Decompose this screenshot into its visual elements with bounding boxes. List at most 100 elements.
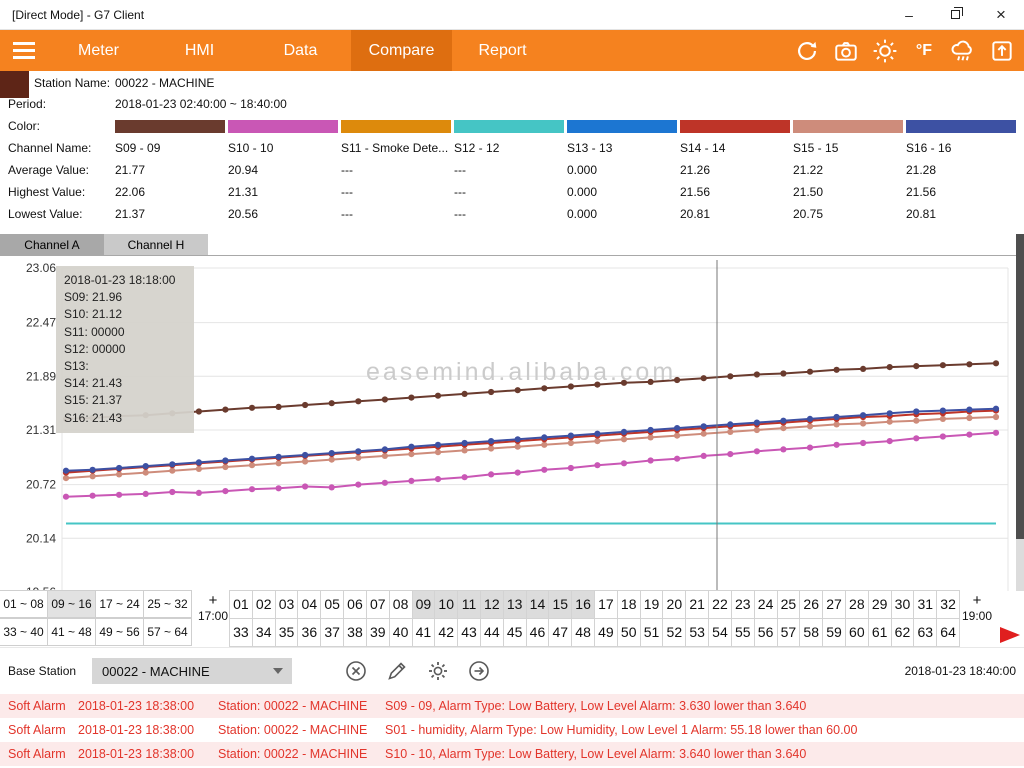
page-number[interactable]: 46 [526,618,550,647]
page-number[interactable]: 12 [480,590,504,619]
page-number[interactable]: 01 [229,590,253,619]
nav-tab-data[interactable]: Data [250,30,351,71]
page-number[interactable]: 62 [891,618,915,647]
cancel-circle-icon[interactable] [344,659,368,683]
nav-tab-meter[interactable]: Meter [48,30,149,71]
page-number[interactable]: 06 [343,590,367,619]
page-range-button[interactable]: 17 ~ 24 [95,590,144,618]
apply-arrow-icon[interactable] [467,659,491,683]
page-number[interactable]: 08 [389,590,413,619]
page-number[interactable]: 40 [389,618,413,647]
page-number[interactable]: 51 [640,618,664,647]
page-number[interactable]: 18 [617,590,641,619]
maximize-button[interactable] [932,0,978,30]
page-number[interactable]: 42 [434,618,458,647]
page-number[interactable]: 39 [366,618,390,647]
alarm-row[interactable]: Soft Alarm2018-01-23 18:38:00Station: 00… [0,718,1024,742]
zoom-in-right-button[interactable]: + [973,593,982,609]
page-number[interactable]: 50 [617,618,641,647]
nav-tab-compare[interactable]: Compare [351,30,452,71]
page-number[interactable]: 49 [594,618,618,647]
export-icon[interactable] [986,35,1018,67]
tab-channel-a[interactable]: Channel A [0,234,104,255]
page-number[interactable]: 02 [252,590,276,619]
page-number[interactable]: 47 [548,618,572,647]
page-number[interactable]: 20 [662,590,686,619]
page-number[interactable]: 14 [526,590,550,619]
page-number[interactable]: 04 [297,590,321,619]
page-number[interactable]: 16 [571,590,595,619]
page-number[interactable]: 58 [799,618,823,647]
page-number[interactable]: 63 [913,618,937,647]
next-page-arrow-icon[interactable] [998,625,1022,645]
page-number[interactable]: 31 [913,590,937,619]
scrollbar-thumb[interactable] [1016,234,1024,539]
page-number[interactable]: 28 [845,590,869,619]
page-number[interactable]: 09 [412,590,436,619]
rain-icon[interactable] [947,35,979,67]
page-number[interactable]: 25 [777,590,801,619]
page-number[interactable]: 38 [343,618,367,647]
page-number[interactable]: 21 [685,590,709,619]
page-number[interactable]: 57 [777,618,801,647]
page-number[interactable]: 37 [320,618,344,647]
page-number[interactable]: 53 [685,618,709,647]
page-number[interactable]: 56 [754,618,778,647]
page-number[interactable]: 54 [708,618,732,647]
nav-tab-report[interactable]: Report [452,30,553,71]
page-range-button[interactable]: 33 ~ 40 [0,618,48,646]
page-number[interactable]: 60 [845,618,869,647]
page-number[interactable]: 17 [594,590,618,619]
page-number[interactable]: 41 [412,618,436,647]
page-number[interactable]: 55 [731,618,755,647]
page-number[interactable]: 33 [229,618,253,647]
base-station-select[interactable]: 00022 - MACHINE [92,658,292,684]
page-number[interactable]: 44 [480,618,504,647]
brightness-icon[interactable] [869,35,901,67]
page-number[interactable]: 23 [731,590,755,619]
page-number[interactable]: 22 [708,590,732,619]
page-number[interactable]: 48 [571,618,595,647]
page-number[interactable]: 43 [457,618,481,647]
page-number[interactable]: 10 [434,590,458,619]
gear-icon[interactable] [426,659,450,683]
camera-icon[interactable] [830,35,862,67]
page-number[interactable]: 03 [275,590,299,619]
page-number[interactable]: 64 [936,618,960,647]
page-range-button[interactable]: 01 ~ 08 [0,590,48,618]
page-number[interactable]: 29 [868,590,892,619]
page-range-button[interactable]: 09 ~ 16 [47,590,96,618]
page-number[interactable]: 30 [891,590,915,619]
page-range-button[interactable]: 41 ~ 48 [47,618,96,646]
page-number[interactable]: 24 [754,590,778,619]
page-number[interactable]: 11 [457,590,481,619]
sync-icon[interactable] [791,35,823,67]
page-number[interactable]: 13 [503,590,527,619]
page-number[interactable]: 27 [822,590,846,619]
page-range-button[interactable]: 49 ~ 56 [95,618,144,646]
alarm-row[interactable]: Soft Alarm2018-01-23 18:38:00Station: 00… [0,742,1024,766]
hamburger-menu-icon[interactable] [0,30,48,71]
page-number[interactable]: 05 [320,590,344,619]
minimize-button[interactable]: – [886,0,932,30]
page-range-button[interactable]: 25 ~ 32 [143,590,192,618]
tab-channel-h[interactable]: Channel H [104,234,208,255]
collapse-panel-button[interactable] [0,71,29,98]
page-number[interactable]: 34 [252,618,276,647]
page-number[interactable]: 26 [799,590,823,619]
page-number[interactable]: 45 [503,618,527,647]
close-button[interactable]: × [978,0,1024,30]
zoom-in-left-button[interactable]: + [209,593,218,609]
page-number[interactable]: 19 [640,590,664,619]
page-number[interactable]: 61 [868,618,892,647]
page-number[interactable]: 32 [936,590,960,619]
page-number[interactable]: 07 [366,590,390,619]
pencil-icon[interactable] [385,659,409,683]
page-number[interactable]: 52 [662,618,686,647]
page-number[interactable]: 59 [822,618,846,647]
fahrenheit-icon[interactable]: °F [908,35,940,67]
page-range-button[interactable]: 57 ~ 64 [143,618,192,646]
page-number[interactable]: 15 [548,590,572,619]
vertical-scrollbar[interactable] [1016,234,1024,591]
alarm-row[interactable]: Soft Alarm2018-01-23 18:38:00Station: 00… [0,694,1024,718]
